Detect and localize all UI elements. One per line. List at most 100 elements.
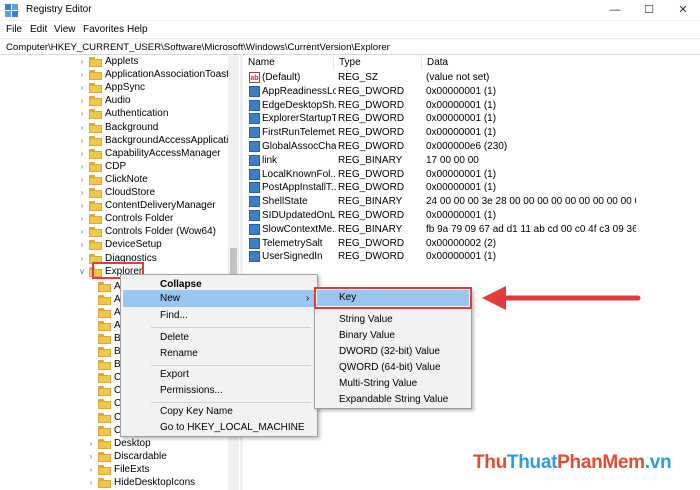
value-row[interactable]: GlobalAssocCha...REG_DWORD 0x000000e6 (23… bbox=[243, 140, 683, 154]
chevron-right-icon[interactable]: › bbox=[78, 121, 86, 134]
chevron-right-icon[interactable] bbox=[87, 384, 95, 397]
chevron-right-icon[interactable] bbox=[87, 306, 95, 319]
chevron-right-icon[interactable]: › bbox=[78, 94, 86, 107]
chevron-right-icon[interactable] bbox=[87, 358, 95, 371]
ctx-new[interactable]: New › bbox=[123, 290, 315, 307]
value-type: REG_DWORD bbox=[338, 141, 405, 152]
maximize-button[interactable]: ☐ bbox=[632, 0, 666, 21]
column-header-name[interactable]: Name bbox=[243, 55, 334, 70]
address-bar[interactable]: Computer\HKEY_CURRENT_USER\Software\Micr… bbox=[0, 38, 700, 55]
menu-file[interactable]: File bbox=[6, 24, 22, 35]
chevron-down-icon[interactable]: ∨ bbox=[78, 265, 86, 278]
ctx-rename[interactable]: Rename bbox=[123, 345, 315, 362]
chevron-right-icon[interactable] bbox=[87, 280, 95, 293]
value-row[interactable]: AppReadinessLo...REG_DWORD 0x00000001 (1) bbox=[243, 85, 683, 99]
value-row[interactable]: ExplorerStartupT...REG_DWORD 0x00000001 (… bbox=[243, 112, 683, 126]
value-row[interactable]: link REG_BINARY 17 00 00 00 bbox=[243, 154, 683, 168]
chevron-right-icon[interactable] bbox=[87, 424, 95, 437]
chevron-right-icon[interactable]: › bbox=[78, 68, 86, 81]
folder-icon bbox=[89, 148, 102, 159]
chevron-right-icon[interactable]: › bbox=[78, 134, 86, 147]
value-type: REG_SZ bbox=[338, 72, 379, 83]
close-button[interactable]: ✕ bbox=[666, 0, 700, 21]
chevron-right-icon[interactable]: › bbox=[78, 199, 86, 212]
value-row[interactable]: SlowContextMe... REG_BINARY fb 9a 79 09 67… bbox=[243, 223, 683, 237]
chevron-right-icon[interactable]: › bbox=[87, 437, 95, 450]
chevron-right-icon[interactable]: › bbox=[87, 463, 95, 476]
column-header-type[interactable]: Type bbox=[334, 55, 422, 70]
submenu-binary-value[interactable]: Binary Value bbox=[317, 328, 469, 344]
chevron-right-icon[interactable] bbox=[87, 411, 95, 424]
tree-item-label: Audio bbox=[105, 95, 131, 107]
title-bar: Registry Editor — ☐ ✕ bbox=[0, 0, 700, 21]
folder-icon bbox=[98, 373, 111, 384]
chevron-right-icon[interactable] bbox=[87, 332, 95, 345]
chevron-right-icon[interactable] bbox=[87, 319, 95, 332]
chevron-right-icon[interactable] bbox=[87, 293, 95, 306]
ctx-copy-key-name[interactable]: Copy Key Name bbox=[123, 403, 315, 420]
chevron-right-icon[interactable]: › bbox=[78, 173, 86, 186]
red-arrow-icon bbox=[482, 286, 641, 310]
folder-icon bbox=[98, 464, 111, 475]
value-row[interactable]: ab (Default) REG_SZ (value not set) bbox=[243, 71, 683, 85]
chevron-right-icon[interactable] bbox=[87, 397, 95, 410]
ctx-export[interactable]: Export bbox=[123, 366, 315, 383]
value-row[interactable]: TelemetrySalt REG_DWORD 0x00000002 (2) bbox=[243, 237, 683, 251]
chevron-right-icon[interactable]: › bbox=[78, 81, 86, 94]
binary-value-icon bbox=[249, 223, 260, 235]
value-row[interactable]: ShellState REG_BINARY 24 00 00 00 3e 28 00… bbox=[243, 195, 683, 209]
chevron-right-icon[interactable]: › bbox=[78, 225, 86, 238]
value-row[interactable]: UserSignedIn REG_DWORD 0x00000001 (1) bbox=[243, 250, 683, 264]
chevron-right-icon[interactable]: › bbox=[78, 147, 86, 160]
submenu-expandable-string-value[interactable]: Expandable String Value bbox=[317, 392, 469, 408]
chevron-right-icon[interactable]: › bbox=[78, 238, 86, 251]
column-header-data[interactable]: Data bbox=[422, 55, 632, 70]
folder-icon bbox=[98, 386, 111, 397]
chevron-right-icon[interactable]: › bbox=[78, 55, 86, 68]
chevron-right-icon[interactable]: › bbox=[78, 212, 86, 225]
address-path[interactable]: Computer\HKEY_CURRENT_USER\Software\Micr… bbox=[6, 42, 390, 53]
value-data: 0x000000e6 (230) bbox=[426, 141, 508, 152]
submenu-multi-string-value[interactable]: Multi-String Value bbox=[317, 376, 469, 392]
ctx-permissions[interactable]: Permissions... bbox=[123, 382, 315, 399]
submenu-qword-value[interactable]: QWORD (64-bit) Value bbox=[317, 360, 469, 376]
value-row[interactable]: LocalKnownFol... REG_DWORD 0x00000001 (1) bbox=[243, 168, 683, 182]
tree-item-label: Discardable bbox=[114, 450, 167, 462]
chevron-right-icon[interactable]: › bbox=[78, 252, 86, 265]
ctx-delete[interactable]: Delete bbox=[123, 329, 315, 346]
folder-icon bbox=[89, 109, 102, 120]
value-data: 0x00000002 (2) bbox=[426, 237, 497, 249]
ctx-goto-hklm[interactable]: Go to HKEY_LOCAL_MACHINE bbox=[123, 419, 315, 436]
tree-item-label: AppSync bbox=[105, 82, 146, 94]
chevron-right-icon[interactable]: › bbox=[78, 186, 86, 199]
folder-icon bbox=[98, 412, 111, 423]
chevron-right-icon[interactable]: › bbox=[78, 107, 86, 120]
value-type: REG_DWORD bbox=[338, 210, 405, 221]
chevron-right-icon[interactable]: › bbox=[78, 160, 86, 173]
chevron-right-icon[interactable] bbox=[87, 371, 95, 384]
value-row[interactable]: SIDUpdatedOnLi...REG_DWORD 0x00000001 (1) bbox=[243, 209, 683, 223]
ctx-find[interactable]: Find... bbox=[123, 307, 315, 324]
binary-value-icon bbox=[249, 127, 260, 139]
value-type: REG_DWORD bbox=[338, 168, 405, 180]
value-row[interactable]: EdgeDesktopSh... REG_DWORD 0x00000001 (1) bbox=[243, 99, 683, 113]
submenu-string-value[interactable]: String Value bbox=[317, 312, 469, 328]
value-row[interactable]: FirstRunTelemet... REG_DWORD 0x00000001 (1… bbox=[243, 126, 683, 140]
chevron-right-icon[interactable] bbox=[87, 345, 95, 358]
chevron-right-icon[interactable]: › bbox=[87, 450, 95, 463]
tree-item-label: CloudStore bbox=[105, 187, 156, 198]
menu-edit[interactable]: Edit bbox=[30, 24, 47, 35]
tree-item-label: Authentication bbox=[105, 108, 169, 120]
minimize-button[interactable]: — bbox=[598, 0, 632, 21]
folder-icon bbox=[89, 201, 102, 212]
submenu-dword-value[interactable]: DWORD (32-bit) Value bbox=[317, 344, 469, 360]
menu-favorites[interactable]: Favorites bbox=[83, 24, 124, 35]
menu-help[interactable]: Help bbox=[127, 24, 148, 35]
folder-icon bbox=[98, 282, 111, 292]
chevron-right-icon[interactable]: › bbox=[87, 476, 95, 489]
value-row[interactable]: PostAppInstallT... REG_DWORD 0x00000001 (1… bbox=[243, 181, 683, 195]
folder-icon bbox=[89, 188, 102, 198]
watermark-logo: ThuThuatPhanMem.vn bbox=[473, 452, 672, 473]
menu-view[interactable]: View bbox=[54, 24, 76, 35]
folder-icon bbox=[98, 334, 111, 345]
